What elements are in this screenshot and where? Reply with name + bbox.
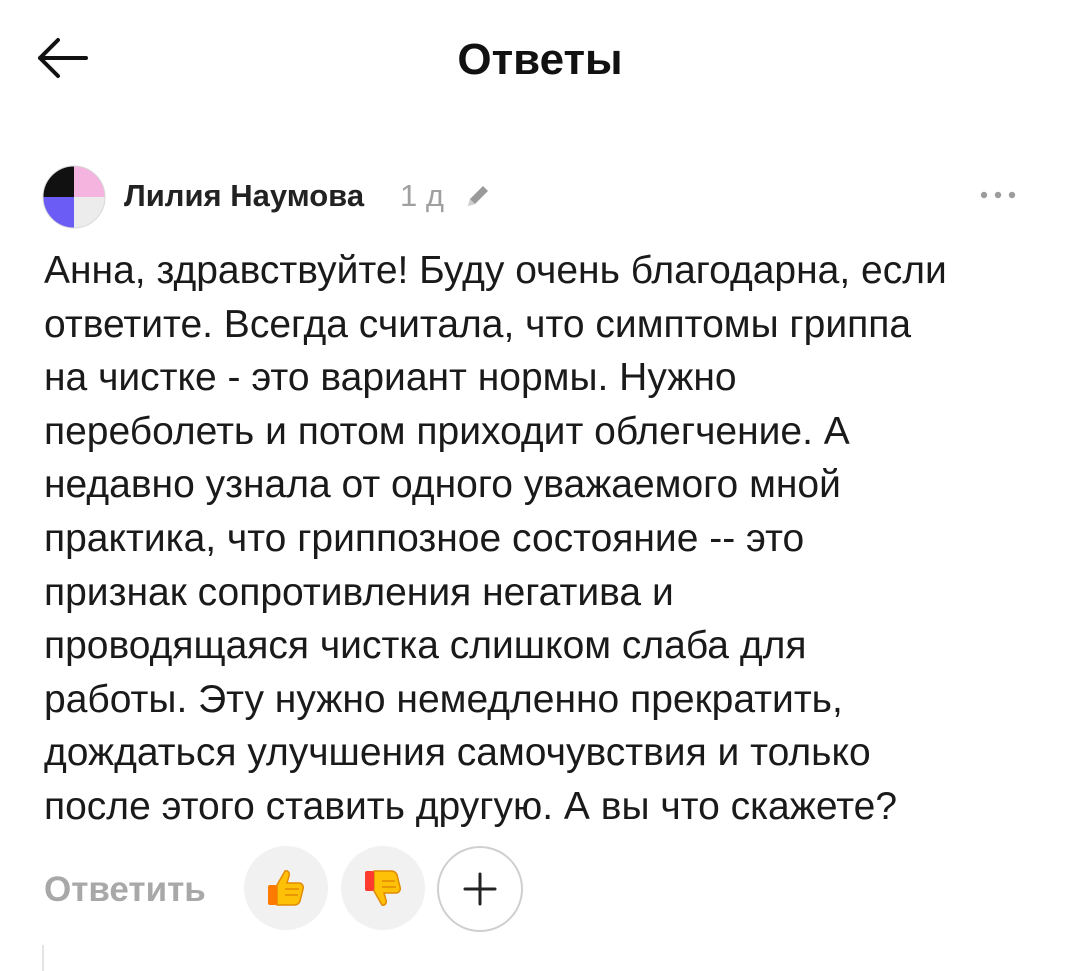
add-reaction-button[interactable] xyxy=(437,846,523,932)
thumbs-down-icon xyxy=(365,870,401,906)
ellipsis-icon xyxy=(980,191,1016,199)
author-name[interactable]: Лилия Наумова xyxy=(124,175,364,217)
comment-time: 1 д xyxy=(400,178,444,213)
like-button[interactable] xyxy=(244,846,328,930)
reply-button[interactable]: Ответить xyxy=(44,862,206,918)
dislike-button[interactable] xyxy=(341,846,425,930)
thread-line xyxy=(42,945,44,971)
top-bar: Ответы xyxy=(0,0,1080,120)
plus-icon xyxy=(463,872,497,906)
thumbs-up-icon xyxy=(268,870,304,906)
pencil-icon xyxy=(463,181,493,211)
more-options-button[interactable] xyxy=(968,178,1028,212)
avatar[interactable] xyxy=(42,165,106,229)
comment-text: Анна, здравствуйте! Буду очень благодарн… xyxy=(44,249,947,828)
page-title: Ответы xyxy=(457,35,623,84)
